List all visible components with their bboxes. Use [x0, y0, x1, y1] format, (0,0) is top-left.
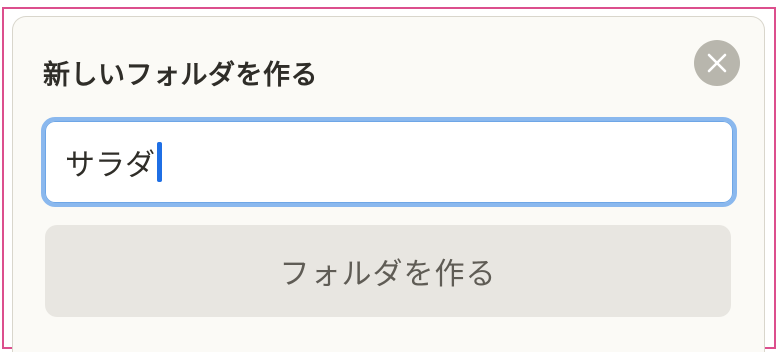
close-button[interactable]	[694, 40, 740, 86]
folder-name-value: サラダ	[65, 148, 155, 183]
text-caret	[157, 142, 162, 182]
create-folder-button-label: フォルダを作る	[279, 257, 497, 292]
close-x-icon	[707, 53, 727, 73]
folder-name-input[interactable]: サラダ	[41, 117, 737, 207]
dialog-title: 新しいフォルダを作る	[43, 60, 318, 91]
new-folder-dialog: 新しいフォルダを作る サラダ フォルダを作る	[12, 16, 765, 352]
create-folder-button[interactable]: フォルダを作る	[45, 225, 731, 317]
